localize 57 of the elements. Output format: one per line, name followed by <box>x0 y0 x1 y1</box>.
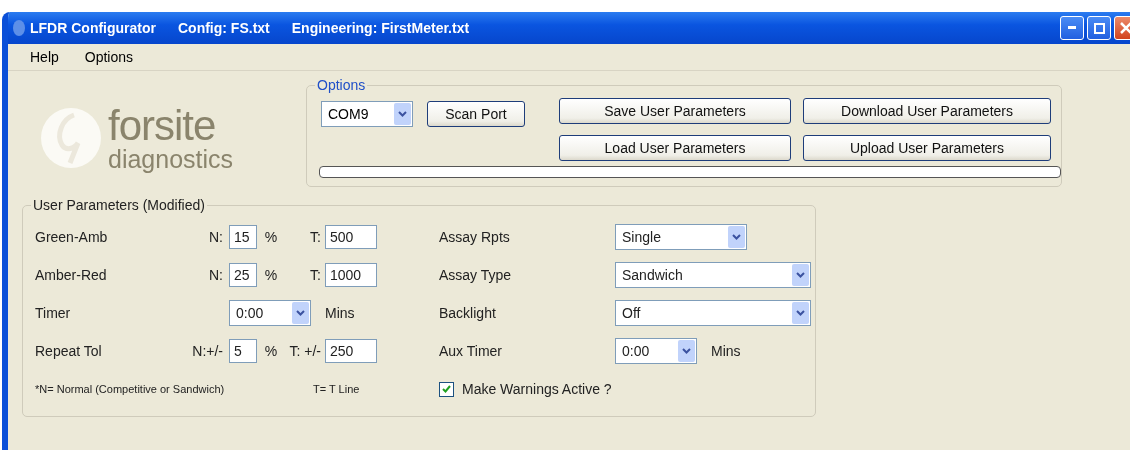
parameters-button[interactable]: Download User Parameters <box>803 98 1051 124</box>
footnote: *N= Normal (Competitive or Sandwich) <box>35 383 226 395</box>
n-label: N: <box>208 267 224 283</box>
footnote: T= T Line <box>313 383 360 395</box>
minimize-icon <box>1068 26 1076 30</box>
parameters-button[interactable]: Load User Parameters <box>559 135 791 161</box>
group-title: Options <box>315 77 368 93</box>
dropdown[interactable]: Off <box>615 300 811 326</box>
unit-label: Mins <box>325 305 355 321</box>
field-label: Assay Type <box>439 267 513 283</box>
timer-dropdown[interactable]: 0:00 <box>229 300 311 326</box>
window-title: Engineering: FirstMeter.txt <box>291 20 470 36</box>
n-input[interactable]: 25 <box>229 263 257 287</box>
close-icon <box>1120 22 1130 34</box>
t-label: T: <box>309 229 322 245</box>
field-label: Aux Timer <box>439 343 503 359</box>
menu-item[interactable]: Options <box>84 49 134 65</box>
dropdown[interactable]: Single <box>615 224 747 250</box>
field-label: Amber-Red <box>35 267 108 283</box>
field-label: Timer <box>35 305 72 321</box>
checkbox-label: Make Warnings Active ? <box>462 381 612 397</box>
maximize-icon <box>1093 22 1105 34</box>
field-label: Green-Amb <box>35 229 109 245</box>
window-title: LFDR Configurator <box>30 20 156 36</box>
t-label: T: <box>309 267 322 283</box>
menu-item[interactable]: Help <box>30 49 59 65</box>
t-input[interactable]: 1000 <box>325 263 377 287</box>
logo-name: forsite <box>108 104 217 147</box>
field-label: Assay Rpts <box>439 229 511 245</box>
n-input[interactable]: 5 <box>229 339 257 363</box>
unit-label: % <box>263 229 279 245</box>
t-input[interactable]: 500 <box>325 225 377 249</box>
unit-label: % <box>263 267 279 283</box>
n-input[interactable]: 15 <box>229 225 257 249</box>
group-title: User Parameters (Modified) <box>31 197 207 213</box>
n-label: N:+/- <box>191 343 224 359</box>
n-label: N: <box>208 229 224 245</box>
minimize-button[interactable] <box>1060 16 1084 40</box>
unit-label: % <box>263 343 279 359</box>
dropdown[interactable]: Sandwich <box>615 262 811 288</box>
t-input[interactable]: 250 <box>325 339 377 363</box>
t-label: T: +/- <box>288 343 322 359</box>
port-dropdown[interactable]: COM9 <box>321 101 413 127</box>
parameters-button[interactable]: Save User Parameters <box>559 98 791 124</box>
logo-tagline: diagnostics <box>108 146 234 172</box>
scan-port-button[interactable]: Scan Port <box>427 101 525 127</box>
check-icon <box>442 385 451 393</box>
checkbox[interactable] <box>439 381 454 397</box>
logo-icon <box>40 107 102 169</box>
maximize-button[interactable] <box>1087 16 1111 40</box>
field-label: Repeat Tol <box>35 343 103 359</box>
app-icon <box>12 19 26 37</box>
dropdown[interactable]: 0:00 <box>615 338 697 364</box>
parameters-button[interactable]: Upload User Parameters <box>803 135 1051 161</box>
field-label: Backlight <box>439 305 497 321</box>
window-title: Config: FS.txt <box>178 20 270 36</box>
unit-label: Mins <box>711 343 741 359</box>
